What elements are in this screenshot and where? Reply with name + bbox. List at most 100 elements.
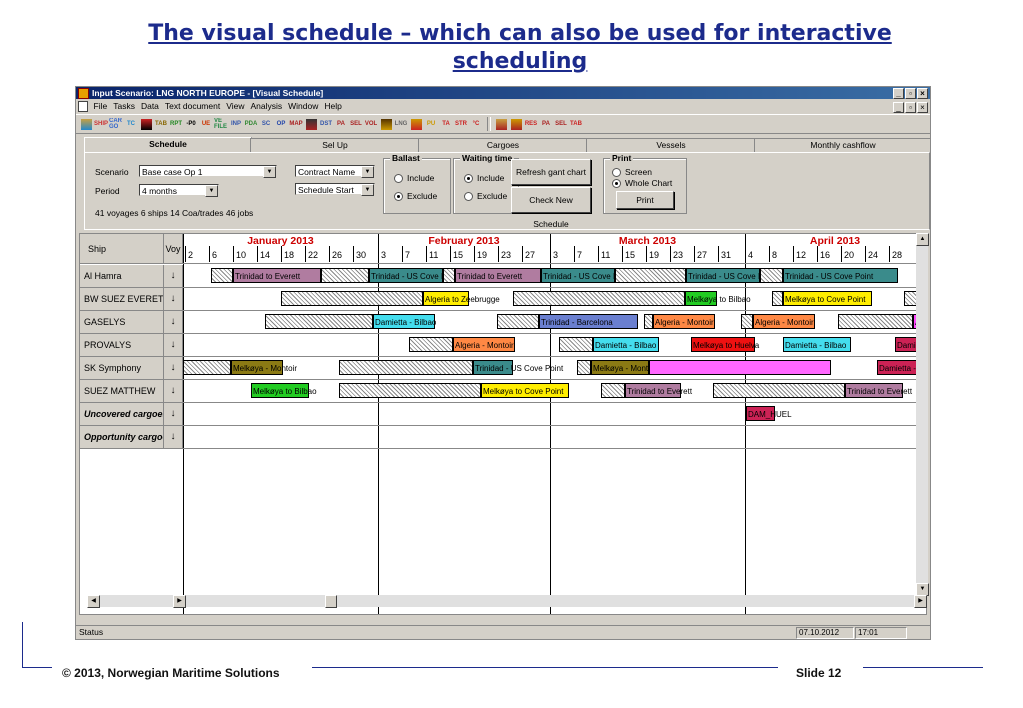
voy-expand-icon[interactable]: ↓ — [164, 380, 183, 402]
tc-icon[interactable]: TC — [124, 118, 138, 131]
menu-text-document[interactable]: Text document — [165, 101, 220, 111]
scroll-right-icon[interactable]: ▶ — [173, 595, 186, 608]
waiting-block[interactable] — [183, 360, 231, 375]
menu-analysis[interactable]: Analysis — [250, 101, 282, 111]
sel2-icon[interactable]: SEL — [554, 118, 568, 131]
dist-icon[interactable]: DST — [319, 118, 333, 131]
waiting-exclude-radio[interactable]: Exclude — [464, 191, 507, 201]
scroll-right-end-icon[interactable]: ▶ — [914, 595, 927, 608]
menu-help[interactable]: Help — [324, 101, 341, 111]
temp-icon[interactable]: °C — [469, 118, 483, 131]
waiting-block[interactable] — [577, 360, 591, 375]
voyage-bar[interactable]: Melkøya to Cove Point — [481, 383, 569, 398]
voyage-bar[interactable]: Trinidad - US Cove Point — [369, 268, 459, 283]
close-button[interactable]: × — [917, 88, 928, 99]
voyage-bar[interactable]: Trinidad to Everett — [845, 383, 912, 398]
restore-button[interactable]: ▫ — [905, 88, 916, 99]
ship-name[interactable]: BW SUEZ EVERETT — [80, 288, 164, 310]
waiting-block[interactable] — [339, 360, 473, 375]
voyage-bar[interactable]: Melkøya - Montoir — [231, 360, 297, 375]
scroll-thumb[interactable] — [325, 595, 337, 608]
print-screen-radio[interactable]: Screen — [612, 167, 652, 177]
print-whole-chart-radio[interactable]: Whole Chart — [612, 178, 672, 188]
contract-select[interactable]: Contract Name ▼ — [295, 165, 375, 178]
waiting-block[interactable] — [713, 383, 845, 398]
report-icon[interactable]: RPT — [169, 118, 183, 131]
waiting-block[interactable] — [601, 383, 625, 398]
chart-icon[interactable] — [141, 118, 152, 130]
voyage-bar[interactable]: Damietta - Bilbao — [593, 337, 659, 352]
voyage-bar[interactable]: Algeria - Montoir — [453, 337, 515, 352]
map-icon[interactable]: MAP — [289, 118, 303, 131]
waiting-block[interactable] — [443, 268, 455, 283]
ship-name[interactable]: SUEZ MATTHEW — [80, 380, 164, 402]
voyage-bar[interactable]: Trinidad to Everett — [455, 268, 541, 283]
flag-icon[interactable] — [511, 118, 522, 130]
voyage-bar[interactable]: Damietta - Bilbao — [373, 314, 436, 329]
menu-view[interactable]: View — [226, 101, 244, 111]
voyage-bar[interactable]: Trinidad - US Cove Point — [541, 268, 631, 283]
waiting-block[interactable] — [497, 314, 539, 329]
tab-cargoes[interactable]: Cargoes — [418, 138, 588, 152]
pda-icon[interactable]: PDA — [244, 118, 258, 131]
voy-expand-icon[interactable]: ↓ — [164, 334, 183, 356]
str-icon[interactable]: STR — [454, 118, 468, 131]
doc-restore-button[interactable]: ▫ — [905, 102, 916, 113]
voyage-bar[interactable]: Melkøya to Huelva — [691, 337, 759, 352]
voyage-bar[interactable]: Melkøya to Bilbao — [685, 291, 751, 306]
sel-icon[interactable]: SEL — [349, 118, 363, 131]
voy-expand-icon[interactable]: ↓ — [164, 288, 183, 310]
waiting-block[interactable] — [281, 291, 423, 306]
doc-minimize-button[interactable]: _ — [893, 102, 904, 113]
horizontal-scrollbar[interactable]: ◀ ▶ ▶ — [87, 595, 927, 608]
person-icon[interactable] — [381, 118, 392, 130]
ballast-exclude-radio[interactable]: Exclude — [394, 191, 437, 201]
voyage-bar[interactable]: Algeria - Montoir — [653, 314, 715, 329]
scroll-up-icon[interactable]: ▲ — [916, 233, 929, 246]
tab-vessels[interactable]: Vessels — [586, 138, 756, 152]
result-icon[interactable]: RES — [524, 118, 538, 131]
ship-name[interactable]: Al Hamra — [80, 265, 164, 287]
waiting-block[interactable] — [559, 337, 593, 352]
voyage-bar[interactable]: Damietta - Bilbao — [783, 337, 851, 352]
table-icon[interactable]: TAB — [154, 118, 168, 131]
voy-expand-icon[interactable]: ↓ — [164, 357, 183, 379]
ship-name[interactable]: GASELYS — [80, 311, 164, 333]
ta-icon[interactable]: TA — [439, 118, 453, 131]
pu-icon[interactable]: PU — [424, 118, 438, 131]
sc-icon[interactable]: SC — [259, 118, 273, 131]
waiting-block[interactable] — [772, 291, 783, 306]
voyage-bar[interactable]: Melkøya to Bilbao — [251, 383, 317, 398]
voyage-bar[interactable]: Trinidad - US Cove Point — [473, 360, 563, 375]
schedule-start-select[interactable]: Schedule Start ▼ — [295, 183, 375, 196]
vertical-scrollbar[interactable]: ▲ ▼ — [916, 233, 929, 596]
check-schedule-button[interactable]: Check New Schedule — [511, 187, 591, 229]
pa2-icon[interactable]: PA — [539, 118, 553, 131]
voyage-bar[interactable] — [649, 360, 831, 375]
menu-window[interactable]: Window — [288, 101, 318, 111]
voyage-bar[interactable]: Trinidad - Barcelona — [539, 314, 638, 329]
voyage-bar[interactable]: DAM_HUEL — [746, 406, 792, 421]
voyage-bar[interactable]: Trinidad - US Cove Point — [686, 268, 776, 283]
ballast-include-radio[interactable]: Include — [394, 173, 434, 183]
waiting-block[interactable] — [265, 314, 373, 329]
print-button[interactable]: Print — [616, 191, 674, 209]
voyage-bar[interactable]: Algeria - Montoir — [753, 314, 815, 329]
ship-name[interactable]: Uncovered cargoes — [80, 403, 164, 425]
vol-icon[interactable]: VOL — [364, 118, 378, 131]
menu-data[interactable]: Data — [141, 101, 159, 111]
print-icon[interactable] — [306, 118, 317, 130]
voy-expand-icon[interactable]: ↓ — [164, 403, 183, 425]
waiting-block[interactable] — [339, 383, 481, 398]
pa-icon[interactable]: PA — [334, 118, 348, 131]
voy-expand-icon[interactable]: ↓ — [164, 265, 183, 287]
op-icon[interactable]: OP — [274, 118, 288, 131]
ue-icon[interactable]: UE — [199, 118, 213, 131]
inp-icon[interactable]: INP — [229, 118, 243, 131]
waiting-block[interactable] — [760, 268, 783, 283]
waiting-block[interactable] — [321, 268, 369, 283]
ship-icon[interactable]: SHIP — [94, 118, 108, 131]
ship-name[interactable]: Opportunity cargoes — [80, 426, 164, 448]
ship-name[interactable]: PROVALYS — [80, 334, 164, 356]
voyage-bar[interactable]: Trinidad to Everett — [625, 383, 692, 398]
